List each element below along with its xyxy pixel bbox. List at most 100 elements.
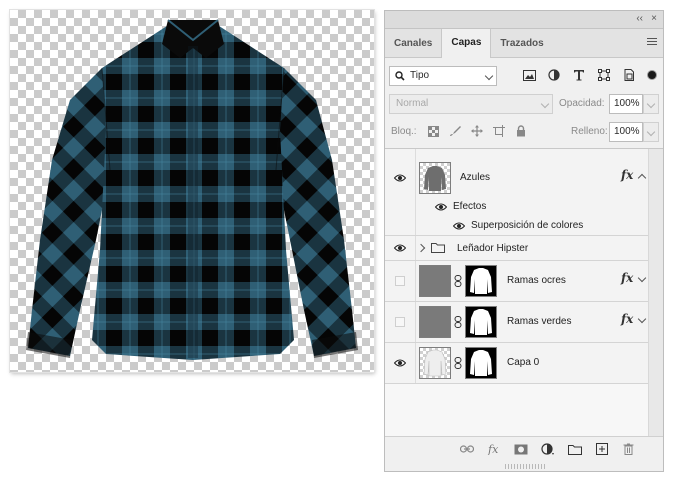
chevron-right-icon[interactable] bbox=[416, 243, 426, 253]
shape-filter-icon[interactable] bbox=[596, 67, 612, 83]
filter-icons bbox=[521, 67, 637, 83]
layer-thumbnail bbox=[419, 162, 451, 194]
add-layer-style-icon[interactable]: fx bbox=[486, 442, 501, 456]
opacity-value: 100% bbox=[614, 98, 640, 109]
blend-mode-value: Normal bbox=[396, 98, 429, 109]
svg-text:fx: fx bbox=[487, 443, 499, 455]
lock-icons bbox=[426, 124, 528, 138]
filter-kind-label: Tipo bbox=[410, 70, 430, 81]
fill-label: Relleno: bbox=[571, 126, 608, 137]
fill-field[interactable]: 100% bbox=[609, 122, 643, 142]
layer-thumbnail bbox=[419, 265, 451, 297]
panel-footer: fx bbox=[385, 436, 663, 461]
link-icon[interactable] bbox=[454, 275, 462, 287]
layer-thumbnail bbox=[419, 347, 451, 379]
folder-icon bbox=[431, 243, 445, 253]
visibility-toggle[interactable] bbox=[395, 317, 405, 327]
layers-scrollbar[interactable] bbox=[648, 149, 663, 439]
visibility-column bbox=[385, 343, 416, 383]
trash-icon[interactable] bbox=[621, 442, 636, 456]
layers-panel: ‹‹ × Canales Capas Trazados Tipo Normal … bbox=[384, 10, 664, 472]
layer-row-azules[interactable]: Azules fx Efectos Superposición de color… bbox=[385, 149, 648, 236]
tab-layers[interactable]: Capas bbox=[441, 29, 492, 58]
fx-icon[interactable]: fx bbox=[621, 168, 633, 182]
smart-object-filter-icon[interactable] bbox=[621, 67, 637, 83]
layer-name[interactable]: Leñador Hipster bbox=[457, 243, 528, 254]
layer-name[interactable]: Ramas ocres bbox=[507, 275, 566, 286]
fx-icon[interactable]: fx bbox=[621, 312, 633, 326]
layer-row-ramas-verdes[interactable]: Ramas verdes fx bbox=[385, 302, 648, 343]
lock-transparent-pixels-icon[interactable] bbox=[426, 124, 440, 138]
eye-icon[interactable] bbox=[394, 244, 406, 252]
layer-filter-row: Tipo bbox=[389, 64, 659, 88]
layer-name[interactable]: Azules bbox=[460, 172, 490, 183]
layer-mask-thumbnail bbox=[465, 347, 497, 379]
effect-color-overlay[interactable]: Superposición de colores bbox=[471, 220, 583, 231]
adjustment-filter-icon[interactable] bbox=[546, 67, 562, 83]
footer-icons: fx bbox=[459, 442, 636, 456]
lock-position-icon[interactable] bbox=[470, 124, 484, 138]
visibility-column bbox=[385, 261, 416, 301]
blend-mode-select[interactable]: Normal bbox=[389, 94, 553, 114]
layer-row-ramas-ocres[interactable]: Ramas ocres fx bbox=[385, 261, 648, 302]
new-fill-adjustment-icon[interactable] bbox=[540, 442, 555, 456]
new-layer-icon[interactable] bbox=[594, 442, 609, 456]
filter-kind-select[interactable]: Tipo bbox=[389, 66, 497, 86]
chevron-down-icon bbox=[540, 99, 550, 109]
tab-channels[interactable]: Canales bbox=[385, 30, 441, 57]
document-canvas[interactable] bbox=[10, 10, 374, 372]
layer-row-capa-0[interactable]: Capa 0 bbox=[385, 343, 648, 384]
link-icon[interactable] bbox=[454, 357, 462, 369]
opacity-dropdown[interactable] bbox=[643, 94, 659, 114]
panel-titlebar: ‹‹ × bbox=[385, 11, 663, 29]
opacity-label: Opacidad: bbox=[559, 98, 605, 109]
layer-name[interactable]: Capa 0 bbox=[507, 357, 539, 368]
lock-icon[interactable] bbox=[514, 124, 528, 138]
fill-dropdown[interactable] bbox=[643, 122, 659, 142]
chevron-down-icon bbox=[484, 71, 494, 81]
lock-artboard-icon[interactable] bbox=[492, 124, 506, 138]
eye-icon[interactable] bbox=[394, 174, 406, 182]
filter-toggle-switch[interactable] bbox=[647, 70, 657, 80]
chevron-up-icon[interactable] bbox=[637, 173, 647, 183]
layer-mask-thumbnail bbox=[465, 306, 497, 338]
opacity-field[interactable]: 100% bbox=[609, 94, 643, 114]
lock-image-pixels-icon[interactable] bbox=[448, 124, 462, 138]
tab-paths[interactable]: Trazados bbox=[491, 30, 552, 57]
panel-menu-icon[interactable] bbox=[647, 38, 657, 46]
fx-icon[interactable]: fx bbox=[621, 271, 633, 285]
search-icon bbox=[395, 71, 405, 81]
chevron-down-icon[interactable] bbox=[637, 273, 647, 283]
close-panel-button[interactable]: × bbox=[651, 13, 657, 25]
fill-value: 100% bbox=[614, 126, 640, 137]
chevron-down-icon bbox=[646, 99, 656, 109]
collapse-panel-button[interactable]: ‹‹ bbox=[636, 13, 643, 25]
lock-label: Bloq.: bbox=[391, 126, 417, 137]
lock-fill-row: Bloq.: Relleno: 100% bbox=[389, 121, 659, 143]
chevron-down-icon bbox=[646, 127, 656, 137]
new-group-icon[interactable] bbox=[567, 442, 582, 456]
blend-opacity-row: Normal Opacidad: 100% bbox=[389, 93, 659, 115]
layer-name[interactable]: Ramas verdes bbox=[507, 316, 571, 327]
layer-mask-thumbnail bbox=[465, 265, 497, 297]
shirt-artwork bbox=[26, 19, 358, 360]
eye-icon[interactable] bbox=[394, 359, 406, 367]
link-icon[interactable] bbox=[454, 316, 462, 328]
add-mask-icon[interactable] bbox=[513, 442, 528, 456]
effects-label: Efectos bbox=[453, 201, 487, 212]
chevron-down-icon[interactable] bbox=[637, 314, 647, 324]
eye-icon[interactable] bbox=[435, 203, 447, 211]
visibility-column bbox=[385, 236, 416, 260]
visibility-toggle[interactable] bbox=[395, 276, 405, 286]
layer-row-group[interactable]: Leñador Hipster bbox=[385, 236, 648, 261]
panel-tabs: Canales Capas Trazados bbox=[385, 29, 663, 58]
link-layers-icon[interactable] bbox=[459, 442, 474, 456]
layers-list: Azules fx Efectos Superposición de color… bbox=[385, 148, 663, 439]
panel-resize-grip[interactable] bbox=[505, 464, 545, 469]
eye-icon[interactable] bbox=[453, 222, 465, 230]
layer-thumbnail bbox=[419, 306, 451, 338]
type-filter-icon[interactable] bbox=[571, 67, 587, 83]
visibility-column bbox=[385, 302, 416, 342]
pixel-filter-icon[interactable] bbox=[521, 67, 537, 83]
visibility-column bbox=[385, 149, 416, 235]
